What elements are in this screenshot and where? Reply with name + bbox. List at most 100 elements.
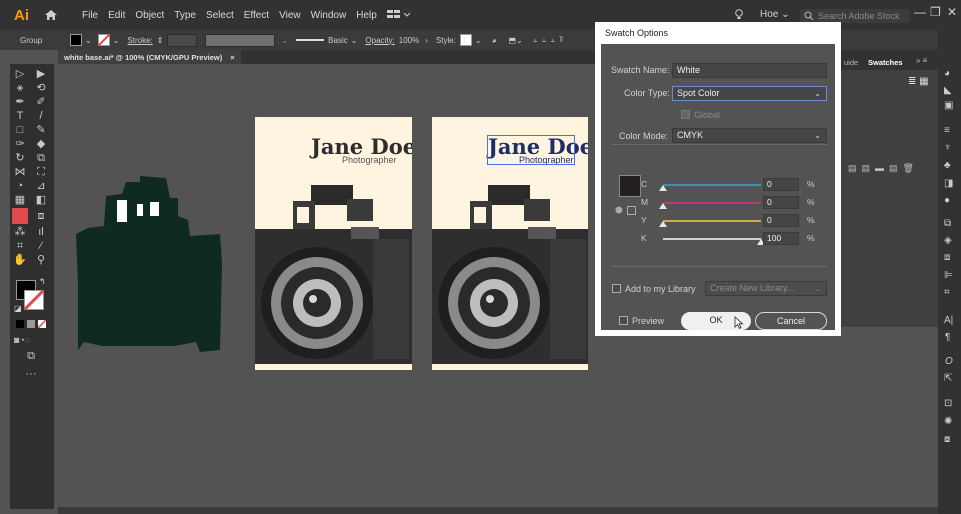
color-mode-icon[interactable]	[16, 320, 24, 328]
menu-select[interactable]: Select	[206, 10, 234, 21]
close-window-button[interactable]: ✕	[947, 5, 957, 19]
artboard-1[interactable]: Jane Doe Photographer	[255, 117, 412, 370]
channel-slider-track[interactable]	[663, 184, 761, 186]
hand-tool-icon[interactable]: ✋	[13, 254, 27, 266]
eraser-tool-icon[interactable]: ◆	[34, 138, 48, 150]
minimize-button[interactable]: —	[914, 5, 926, 19]
color-mode-select[interactable]: CMYK ⌄	[672, 128, 827, 143]
export-panel-icon[interactable]: ⧇	[944, 434, 950, 445]
draw-mode-icon[interactable]: ◙◔◌	[14, 334, 30, 346]
stroke-swatch[interactable]	[97, 34, 110, 46]
shape-builder-tool-icon[interactable]: ◔	[13, 180, 27, 192]
cancel-button[interactable]: Cancel	[755, 312, 827, 330]
pen-tool-icon[interactable]: ✒	[13, 96, 27, 108]
direct-selection-tool-icon[interactable]: ▶	[34, 68, 48, 80]
symbol-sprayer-tool-icon[interactable]: ⁂	[13, 226, 27, 238]
user-menu[interactable]: Hoe ⌄	[760, 9, 790, 20]
selection-tool-icon[interactable]: ▷	[13, 68, 27, 80]
selection-bounding-box[interactable]	[487, 135, 575, 165]
blend-tool-icon[interactable]: ⧈	[34, 210, 48, 222]
home-icon[interactable]	[44, 9, 58, 21]
align-to-icon[interactable]: ⬒⌄	[508, 36, 522, 45]
color-panel-icon[interactable]: ◕	[944, 68, 950, 79]
lasso-tool-icon[interactable]: ⟲	[34, 82, 48, 94]
eyedropper-tool-icon[interactable]	[12, 208, 28, 224]
artboard-tool-icon[interactable]: ⌗	[13, 240, 27, 252]
width-tool-icon[interactable]: ⋈	[13, 166, 27, 178]
stroke-weight-field[interactable]	[167, 33, 198, 47]
tab-swatches[interactable]: Swatches	[868, 58, 903, 67]
panel-menu-icon[interactable]: » ≡	[916, 56, 927, 65]
stroke-panel-icon[interactable]: ≡	[944, 125, 950, 136]
lightbulb-icon[interactable]	[735, 9, 743, 23]
align-panel-icon[interactable]: ⊫	[944, 270, 953, 281]
stroke-label[interactable]: Stroke:	[127, 36, 152, 45]
camera-silhouette[interactable]	[74, 174, 224, 354]
preview-checkbox[interactable]	[619, 316, 628, 325]
opacity-arrow-icon[interactable]: ›	[425, 36, 428, 45]
graphic-style-swatch[interactable]	[459, 34, 472, 46]
zoom-tool-icon[interactable]: ⚲	[34, 254, 48, 266]
line-tool-icon[interactable]: /	[34, 110, 48, 122]
swatch-view-icon[interactable]: ≣ ▦	[908, 76, 929, 87]
gradient-panel-icon[interactable]: ✺	[944, 416, 952, 427]
opacity-value[interactable]: 100%	[399, 36, 419, 45]
variable-width-field[interactable]	[205, 33, 276, 47]
opentype-panel-icon[interactable]: O	[945, 356, 953, 367]
stroke-stepper-icon[interactable]: ⇕	[157, 36, 164, 45]
magic-wand-tool-icon[interactable]: ⚹	[13, 82, 27, 94]
channel-value-field[interactable]: 100	[763, 232, 799, 245]
curvature-tool-icon[interactable]: ✐	[34, 96, 48, 108]
shaper-tool-icon[interactable]: ✑	[13, 138, 27, 150]
artboards-panel-icon[interactable]: ⧈	[944, 252, 950, 263]
character-panel-icon[interactable]: A|	[944, 315, 953, 326]
default-fill-stroke-icon[interactable]: ◪	[14, 304, 22, 313]
column-graph-tool-icon[interactable]: ıl	[34, 226, 48, 238]
menu-window[interactable]: Window	[311, 10, 347, 21]
scale-tool-icon[interactable]: ⧉	[34, 152, 48, 164]
brush-name[interactable]: Basic	[328, 36, 348, 45]
workspace-switcher-icon[interactable]	[386, 9, 411, 22]
fill-dropdown-icon[interactable]: ⌄	[85, 36, 92, 45]
channel-slider-track[interactable]	[663, 238, 761, 240]
pathfinder-panel-icon[interactable]: ⌗	[944, 287, 950, 298]
perspective-grid-tool-icon[interactable]: ⊿	[34, 180, 48, 192]
menu-effect[interactable]: Effect	[244, 10, 269, 21]
paintbrush-tool-icon[interactable]: ✎	[34, 124, 48, 136]
add-to-library-checkbox[interactable]	[612, 284, 621, 293]
screen-mode-icon[interactable]: ⧉	[24, 350, 38, 362]
out-of-gamut-icon[interactable]: ⬢	[615, 205, 623, 216]
brush-dropdown-icon[interactable]: ⌄	[351, 36, 358, 45]
restore-button[interactable]: ❐	[930, 5, 941, 19]
width-dropdown-icon[interactable]: ⌄	[281, 36, 288, 45]
color-type-select[interactable]: Spot Color ⌄	[672, 86, 827, 101]
swatch-panel-icon[interactable]: ◣	[944, 85, 952, 96]
navigator-panel-icon[interactable]: ⊡	[944, 398, 952, 409]
gradient-mode-icon[interactable]	[27, 320, 35, 328]
paragraph-panel-icon[interactable]: ¶	[945, 332, 950, 343]
tab-guide[interactable]: uide	[844, 58, 858, 67]
library-select[interactable]: Create New Library... ⌄	[705, 281, 827, 296]
align-buttons-icon[interactable]: ⫠⫠⫠⫪	[533, 35, 568, 45]
menu-edit[interactable]: Edit	[108, 10, 125, 21]
menu-view[interactable]: View	[279, 10, 301, 21]
none-mode-icon[interactable]	[38, 320, 46, 328]
symbols-panel-icon[interactable]: ♣	[944, 160, 951, 171]
web-safe-icon[interactable]	[627, 206, 636, 215]
channel-slider-thumb[interactable]	[659, 185, 667, 191]
rotate-tool-icon[interactable]: ↻	[13, 152, 27, 164]
links-panel-icon[interactable]: ⇱	[944, 373, 952, 384]
swatch-name-field[interactable]: White	[672, 63, 827, 78]
channel-slider-track[interactable]	[663, 202, 761, 204]
opacity-label[interactable]: Opacity:	[365, 36, 394, 45]
channel-slider-thumb[interactable]	[659, 203, 667, 209]
channel-value-field[interactable]: 0	[763, 214, 799, 227]
swatch-actions-icon[interactable]: ▤▤▬▤🗑	[848, 163, 919, 174]
rectangle-tool-icon[interactable]: □	[13, 124, 27, 136]
stroke-color-box[interactable]	[24, 290, 44, 310]
channel-value-field[interactable]: 0	[763, 196, 799, 209]
transform-panel-icon[interactable]: ⧉	[944, 218, 951, 229]
menu-help[interactable]: Help	[356, 10, 377, 21]
gradient-tool-icon[interactable]: ◧	[34, 194, 48, 206]
stock-search-input[interactable]: Search Adobe Stock	[800, 9, 910, 23]
